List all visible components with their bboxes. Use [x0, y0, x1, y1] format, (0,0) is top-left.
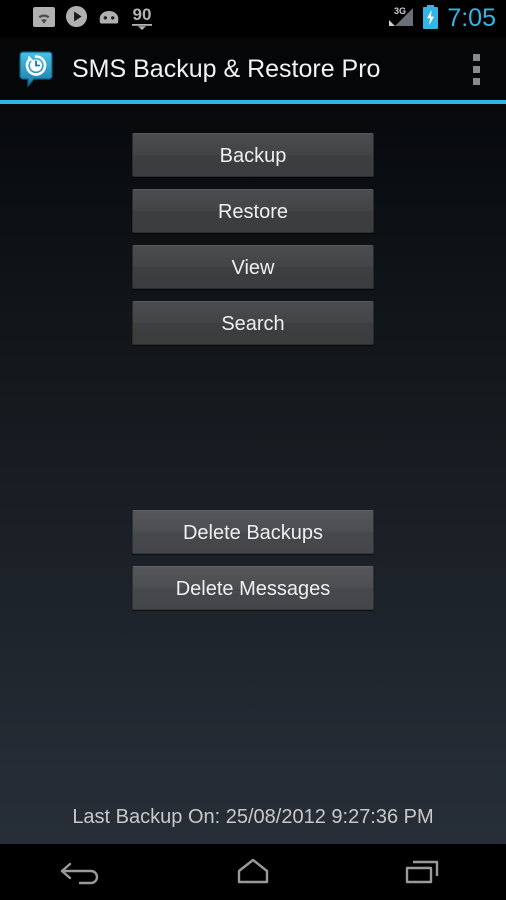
- network-type-text: 3G: [394, 6, 406, 16]
- delete-backups-button[interactable]: Delete Backups: [132, 510, 374, 554]
- last-backup-status: Last Backup On: 25/08/2012 9:27:36 PM: [72, 806, 434, 828]
- backup-button[interactable]: Backup: [132, 133, 374, 177]
- battery-charging-icon: [422, 4, 439, 35]
- overflow-dot: [472, 77, 480, 85]
- overflow-menu-button[interactable]: [454, 41, 498, 97]
- action-bar: SMS Backup & Restore Pro: [0, 38, 506, 100]
- status-bar-clock: 7:05: [447, 3, 496, 32]
- back-arrow-icon: [58, 852, 110, 893]
- system-navigation-bar: [0, 844, 506, 900]
- view-button[interactable]: View: [132, 245, 374, 289]
- delete-messages-button[interactable]: Delete Messages: [132, 566, 374, 610]
- status-bar-notification-icons: 90: [32, 5, 386, 34]
- sms-backup-restore-app-icon: [16, 49, 56, 89]
- primary-actions-group: Backup Restore View Search: [132, 133, 374, 357]
- signal-3g-icon: 3G: [386, 4, 416, 35]
- main-content: Backup Restore View Search Delete Backup…: [0, 104, 506, 844]
- overflow-dot: [472, 65, 480, 73]
- nav-recents-button[interactable]: [337, 844, 506, 900]
- android-head-icon: [97, 7, 121, 32]
- play-icon: [65, 5, 88, 33]
- wifi-icon: [32, 5, 56, 34]
- nav-back-button[interactable]: [0, 844, 169, 900]
- home-icon: [227, 852, 279, 893]
- restore-button[interactable]: Restore: [132, 189, 374, 233]
- status-bar: 90 3G 7:05: [0, 0, 506, 38]
- search-button[interactable]: Search: [132, 301, 374, 345]
- status-bar-system-icons: 3G 7:05: [386, 4, 496, 35]
- download-count-icon: 90: [130, 6, 154, 31]
- recent-apps-icon: [396, 852, 448, 893]
- overflow-dot: [472, 53, 480, 61]
- phone-screen: 90 3G 7:05 SMS Backup & Restore Pro Back…: [0, 0, 506, 900]
- delete-actions-group: Delete Backups Delete Messages: [132, 510, 374, 622]
- nav-home-button[interactable]: [169, 844, 338, 900]
- page-title: SMS Backup & Restore Pro: [72, 54, 381, 83]
